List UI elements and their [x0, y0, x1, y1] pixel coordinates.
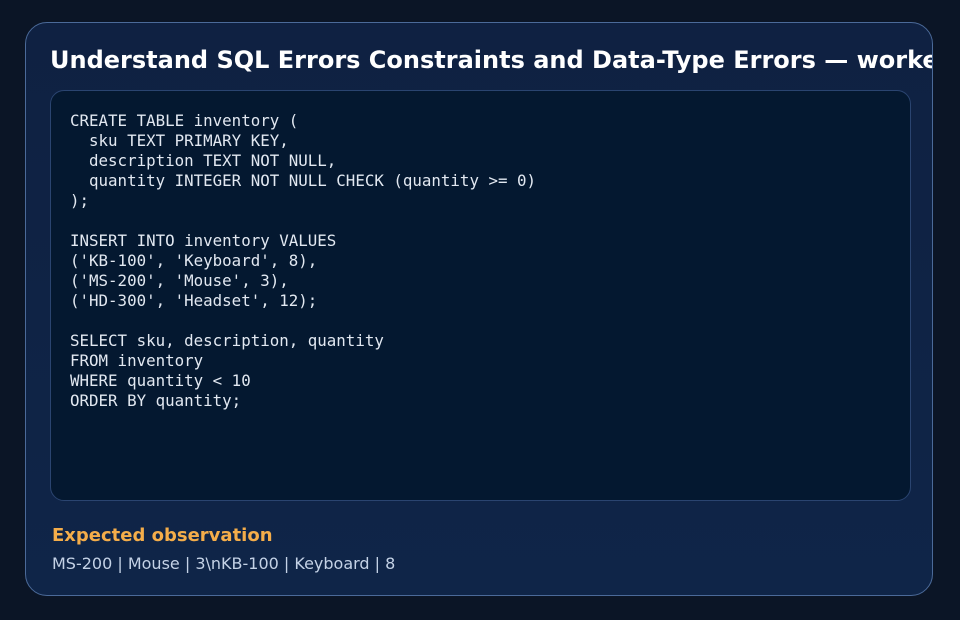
lesson-card: Understand SQL Errors Constraints and Da… [25, 22, 933, 596]
code-block[interactable]: CREATE TABLE inventory ( sku TEXT PRIMAR… [50, 90, 911, 501]
sql-code: CREATE TABLE inventory ( sku TEXT PRIMAR… [70, 111, 537, 410]
expected-observation-heading: Expected observation [52, 525, 273, 546]
page-title: Understand SQL Errors Constraints and Da… [50, 46, 932, 74]
expected-observation-text: MS-200 | Mouse | 3\nKB-100 | Keyboard | … [52, 554, 396, 573]
